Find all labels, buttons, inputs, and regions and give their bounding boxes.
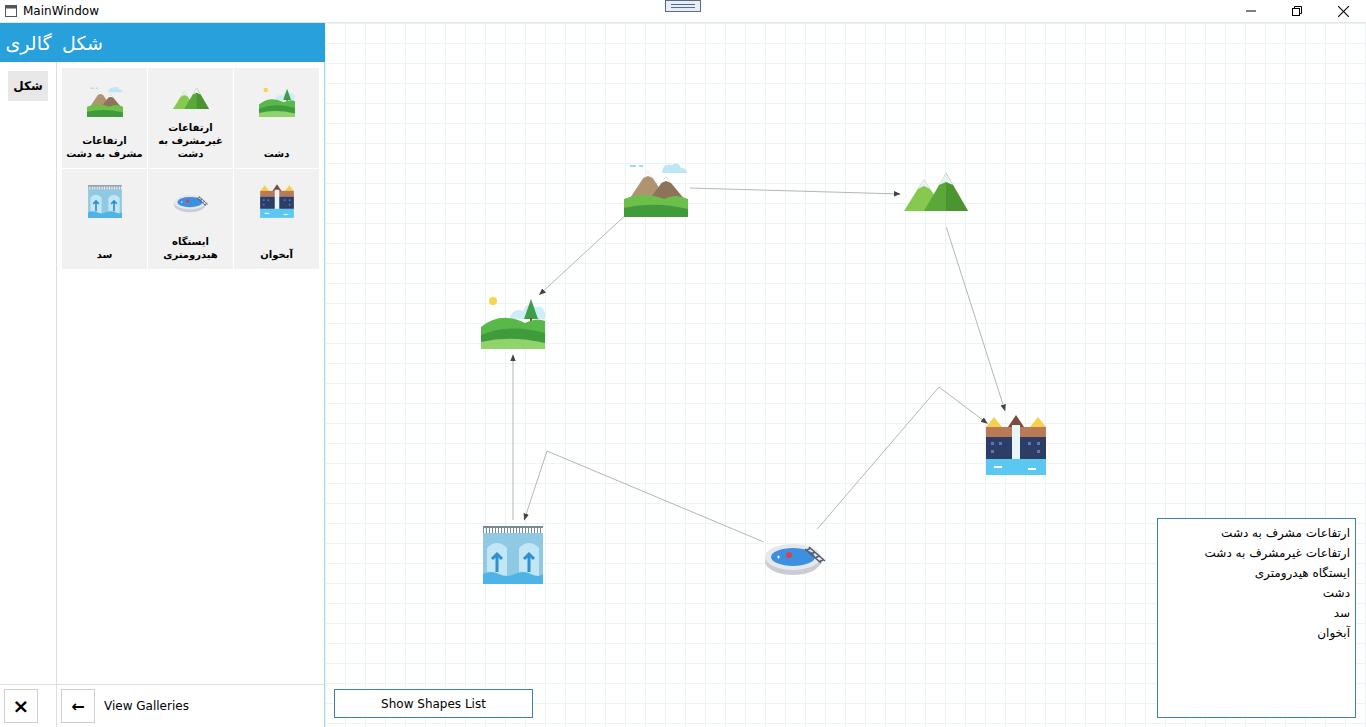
grip-icon xyxy=(665,0,701,12)
connector[interactable] xyxy=(690,188,900,194)
plain-icon xyxy=(259,82,295,118)
shapes-list-item[interactable]: سد xyxy=(1163,603,1350,623)
overlook-icon xyxy=(624,155,688,219)
dam-icon xyxy=(87,183,123,219)
window-icon xyxy=(5,5,17,17)
window-title: MainWindow xyxy=(23,4,99,18)
diagram-node[interactable] xyxy=(481,287,545,351)
gallery-tile[interactable]: سد xyxy=(62,169,147,269)
title-bar: MainWindow xyxy=(0,0,1366,23)
connector[interactable] xyxy=(540,210,632,295)
restore-button[interactable] xyxy=(1274,0,1320,22)
station-icon xyxy=(173,183,209,219)
gallery-tile[interactable]: ارتفاعات غیرمشرف به دشت xyxy=(148,68,233,168)
header-tab[interactable]: گالری xyxy=(0,32,57,54)
shapes-list: ارتفاعات مشرف به دشتارتفاعات غیرمشرف به … xyxy=(1157,518,1356,718)
back-button[interactable]: ← xyxy=(61,689,95,723)
dam-icon xyxy=(481,522,545,586)
connector[interactable] xyxy=(946,227,1005,410)
view-galleries-label[interactable]: View Galleries xyxy=(104,699,189,713)
station-icon xyxy=(763,523,827,587)
restore-icon xyxy=(1292,6,1302,16)
diagram-node[interactable] xyxy=(481,522,545,586)
diagram-node[interactable] xyxy=(984,413,1048,477)
minimize-button[interactable] xyxy=(1228,0,1274,22)
tile-label: دشت xyxy=(264,147,290,164)
shape-gallery: دشت ارتفاعات غیرمشرف به دشتارتفاعات مشرف … xyxy=(57,62,324,684)
diagram-node[interactable] xyxy=(624,155,688,219)
category-button[interactable]: شکل xyxy=(8,71,48,101)
highland-icon xyxy=(173,82,209,118)
close-icon xyxy=(1338,6,1349,17)
shapes-list-item[interactable]: ارتفاعات غیرمشرف به دشت xyxy=(1163,543,1350,563)
close-panel-button[interactable]: × xyxy=(4,689,38,723)
tile-label: ارتفاعات غیرمشرف به دشت xyxy=(151,121,230,164)
category-column: شکل × xyxy=(0,62,57,727)
connector[interactable] xyxy=(513,355,514,520)
toolbar-toggle[interactable] xyxy=(665,0,701,12)
shapes-list-item[interactable]: ایستگاه هیدرومتری xyxy=(1163,563,1350,583)
diagram-node[interactable] xyxy=(904,163,968,227)
tile-label: ایستگاه هیدرومتری xyxy=(151,235,230,265)
panel-header: گالریشکل xyxy=(0,23,325,62)
tile-label: آبخوان xyxy=(260,248,293,265)
aquifer-icon xyxy=(259,183,295,219)
diagram-node[interactable] xyxy=(763,523,827,587)
connector[interactable] xyxy=(524,451,763,542)
tile-label: سد xyxy=(97,248,113,265)
gallery-tile[interactable]: ارتفاعات مشرف به دشت xyxy=(62,68,147,168)
shapes-list-item[interactable]: آبخوان xyxy=(1163,623,1350,643)
connector[interactable] xyxy=(817,387,987,529)
close-window-button[interactable] xyxy=(1320,0,1366,22)
minimize-icon xyxy=(1246,6,1256,16)
gallery-tile[interactable]: ایستگاه هیدرومتری xyxy=(148,169,233,269)
shapes-list-item[interactable]: دشت xyxy=(1163,583,1350,603)
gallery-tile[interactable]: دشت xyxy=(234,68,319,168)
shapes-list-item[interactable]: ارتفاعات مشرف به دشت xyxy=(1163,523,1350,543)
gallery-tile[interactable]: آبخوان xyxy=(234,169,319,269)
main-window: MainWindowگالریشکلشکل×دشتارتفاعات غیرمشر… xyxy=(0,0,1366,727)
diagram-canvas[interactable]: Show Shapes List ارتفاعات مشرف به دشتارتف… xyxy=(325,23,1366,727)
tile-label: ارتفاعات مشرف به دشت xyxy=(65,134,144,164)
header-tab[interactable]: شکل xyxy=(57,32,325,54)
plain-icon xyxy=(481,287,545,351)
overlook-icon xyxy=(87,82,123,118)
aquifer-icon xyxy=(984,413,1048,477)
gallery-panel: گالریشکلشکل×دشتارتفاعات غیرمشرف به دشتار… xyxy=(0,23,325,727)
highland-icon xyxy=(904,163,968,227)
show-shapes-list-button[interactable]: Show Shapes List xyxy=(334,689,533,718)
